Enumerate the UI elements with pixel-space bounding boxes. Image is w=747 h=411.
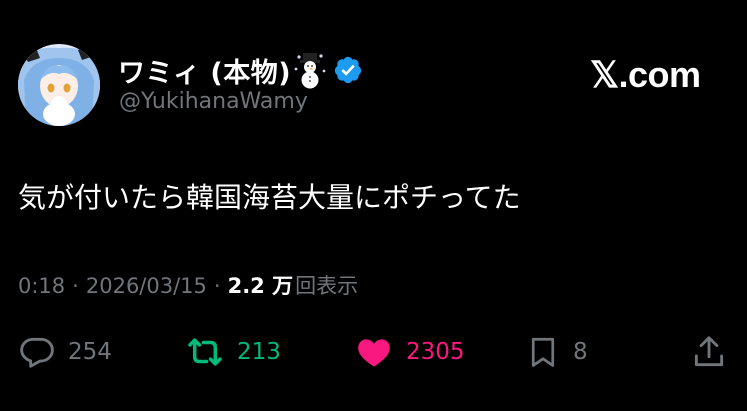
bookmark-count: 8 [573, 339, 588, 365]
author-display-name[interactable]: ワミィ (本物) [118, 51, 291, 90]
brand-logo: 𝕏.com [590, 54, 701, 95]
tweet-text: 気が付いたら韓国海苔大量にポチってた [18, 181, 521, 214]
bookmark-icon [531, 337, 555, 367]
avatar[interactable] [18, 44, 100, 126]
views-count: 2.2 万 [227, 274, 294, 298]
reply-button[interactable]: 254 [18, 330, 112, 374]
like-count: 2305 [406, 339, 465, 365]
reply-count: 254 [68, 339, 112, 365]
meta-separator: · [72, 274, 79, 298]
author-handle[interactable]: @YukihanaWamy [119, 89, 308, 114]
like-button[interactable]: 2305 [354, 330, 465, 374]
tweet-date[interactable]: 2026/03/15 [86, 274, 207, 298]
snowman-emoji-icon [294, 53, 326, 89]
retweet-icon [188, 338, 222, 366]
tweet-time[interactable]: 0:18 [18, 274, 65, 298]
share-icon [694, 336, 724, 367]
retweet-count: 213 [237, 339, 281, 365]
retweet-button[interactable]: 213 [185, 330, 281, 374]
views-label: 回表示 [295, 274, 359, 298]
share-button[interactable] [690, 330, 728, 374]
meta-separator: · [213, 274, 221, 298]
tweet-meta: 0:18 · 2026/03/15 · 2.2 万 回表示 [18, 270, 358, 300]
bookmark-button[interactable]: 8 [525, 330, 588, 374]
heart-icon [358, 339, 390, 367]
reply-icon [20, 337, 54, 368]
action-bar: 254 213 2305 8 [0, 330, 747, 374]
verified-badge-icon [334, 56, 362, 84]
author-name-row[interactable]: ワミィ (本物) [118, 50, 363, 90]
